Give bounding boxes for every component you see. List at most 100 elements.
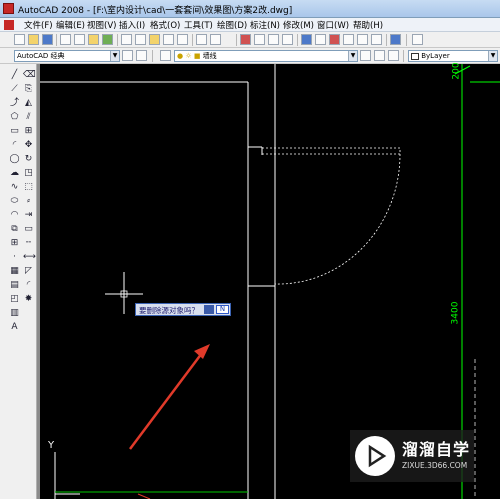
plot-icon[interactable] [60,34,71,45]
publish-icon[interactable] [88,34,99,45]
layer-previous-icon[interactable] [374,50,385,61]
stretch-icon[interactable]: ⬚ [23,182,34,193]
array-icon[interactable]: ⊞ [23,126,34,137]
design-center-icon[interactable] [315,34,326,45]
layer-manager-icon[interactable] [160,50,171,61]
break-at-point-icon[interactable]: ▭ [23,224,34,235]
zoom-realtime-icon[interactable] [254,34,265,45]
spline-icon[interactable]: ∿ [9,182,20,193]
move-icon[interactable]: ✥ [23,140,34,151]
erase-icon[interactable]: ⌫ [23,70,36,81]
block-editor-icon[interactable] [177,34,188,45]
polygon-icon[interactable]: ⬠ [9,112,20,123]
break-icon[interactable]: ╌ [23,238,34,249]
toolbar-separator [406,34,407,46]
prompt-input[interactable]: N [216,305,229,314]
pan-icon[interactable] [240,34,251,45]
ellipse-icon[interactable]: ⬭ [9,196,20,207]
open-icon[interactable] [28,34,39,45]
make-block-icon[interactable]: ⊞ [9,238,20,249]
color-select[interactable]: ByLayer ▼ [408,50,498,62]
line-icon[interactable]: ╱ [9,70,20,81]
watermark-url: ZIXUE.3D66.COM [402,461,468,470]
properties-icon[interactable] [301,34,312,45]
door-swing-arc [274,153,401,285]
match-properties-icon[interactable] [163,34,174,45]
menu-view[interactable]: 视图(V) [87,19,116,31]
layer-state-icons: ● ☼ ■ [177,52,203,60]
menu-format[interactable]: 格式(O) [150,19,180,31]
dynamic-input-prompt: 要删除源对象吗？ N [135,303,231,316]
offset-icon[interactable]: ⫽ [23,112,34,123]
menu-tools[interactable]: 工具(T) [184,19,213,31]
undo-icon[interactable] [196,34,207,45]
help-icon[interactable] [390,34,401,45]
prompt-question: 要删除源对象吗？ [139,306,199,315]
explode-icon[interactable]: ✸ [23,294,34,305]
autocad-app-icon [3,3,14,14]
layer-select[interactable]: ● ☼ ■ 墙线 ▼ [174,50,358,62]
rotate-icon[interactable]: ↻ [23,154,34,165]
fillet-icon[interactable]: ◜ [23,280,34,291]
workspace-select[interactable]: AutoCAD 经典 ▼ [14,50,120,62]
point-icon[interactable]: · [9,252,20,263]
menu-window[interactable]: 窗口(W) [317,19,349,31]
insert-block-icon[interactable]: ⧉ [9,224,20,235]
paste-icon[interactable] [149,34,160,45]
make-object-layer-current-icon[interactable] [360,50,371,61]
save-icon[interactable] [42,34,53,45]
workspace-settings-icon[interactable] [122,50,133,61]
scale-icon[interactable]: ◳ [23,168,34,179]
region-icon[interactable]: ◰ [9,294,20,305]
arc-icon[interactable]: ◜ [9,140,20,151]
text-style-icon[interactable] [412,34,423,45]
rectangle-icon[interactable]: ▭ [9,126,20,137]
menu-help[interactable]: 帮助(H) [353,19,383,31]
menu-bar: 文件(F) 编辑(E) 视图(V) 插入(I) 格式(O) 工具(T) 绘图(D… [0,18,500,32]
quickcalc-icon[interactable] [371,34,382,45]
chevron-down-icon: ▼ [110,51,119,61]
copy-object-icon[interactable]: ⎘ [23,84,34,95]
toolbar-separator [117,34,118,46]
my-workspace-icon[interactable] [136,50,147,61]
layer-value: 墙线 [202,52,217,60]
hatch-icon[interactable]: ▦ [9,266,20,277]
3d-dwf-icon[interactable] [102,34,113,45]
menu-dimension[interactable]: 标注(N) [250,19,280,31]
watermark-title: 溜溜自学 [402,440,471,459]
zoom-window-icon[interactable] [268,34,279,45]
mirror-icon[interactable]: ◭ [23,98,34,109]
menu-insert[interactable]: 插入(I) [119,19,145,31]
construction-line-icon[interactable]: ⟋ [9,84,20,95]
markup-icon[interactable] [357,34,368,45]
extend-icon[interactable]: ⇥ [23,210,34,221]
ellipse-arc-icon[interactable]: ◠ [9,210,20,221]
circle-icon[interactable]: ◯ [9,154,20,165]
join-icon[interactable]: ⟷ [23,252,36,263]
polyline-icon[interactable]: ⤴ [9,98,20,109]
plot-preview-icon[interactable] [74,34,85,45]
layer-states-icon[interactable] [388,50,399,61]
sheet-set-icon[interactable] [343,34,354,45]
chamfer-icon[interactable]: ◸ [23,266,34,277]
multiline-text-icon[interactable]: A [9,322,20,333]
table-icon[interactable]: ▥ [9,308,20,319]
revision-cloud-icon[interactable]: ☁ [9,168,20,179]
options-dropdown-icon[interactable] [204,305,214,314]
watermark: 溜溜自学 ZIXUE.3D66.COM [350,430,474,482]
gradient-icon[interactable]: ▤ [9,280,20,291]
tool-palettes-icon[interactable] [329,34,340,45]
menu-edit[interactable]: 编辑(E) [56,19,85,31]
draw-modify-toolbars: ╱ ⟋ ⤴ ⬠ ▭ ◜ ◯ ☁ ∿ ⬭ ◠ ⧉ ⊞ · ▦ ▤ ◰ ▥ A ⌫ … [0,64,37,499]
menu-modify[interactable]: 修改(M) [283,19,314,31]
document-menu-icon[interactable] [4,20,14,30]
copy-icon[interactable] [135,34,146,45]
menu-draw[interactable]: 绘图(D) [217,19,247,31]
workspace-value: AutoCAD 经典 [17,52,65,60]
cut-icon[interactable] [121,34,132,45]
menu-file[interactable]: 文件(F) [24,19,53,31]
zoom-previous-icon[interactable] [282,34,293,45]
new-icon[interactable] [14,34,25,45]
redo-icon[interactable] [210,34,221,45]
trim-icon[interactable]: ⸗ [23,196,34,207]
